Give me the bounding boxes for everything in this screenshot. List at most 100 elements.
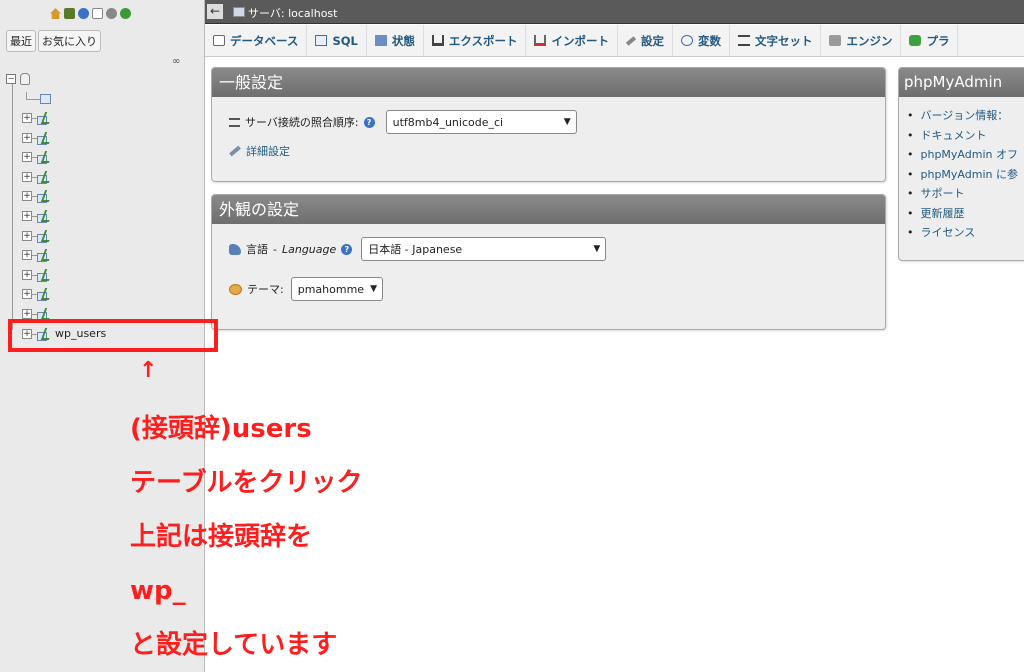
theme-select[interactable]: pmahomme ▼ xyxy=(290,277,383,301)
import-icon xyxy=(534,35,547,46)
list-icon xyxy=(229,117,240,127)
table-row[interactable]: + xyxy=(22,189,202,204)
menu-tab-label: 設定 xyxy=(640,33,664,48)
table-icon xyxy=(37,249,51,263)
tree-root-database[interactable]: − xyxy=(6,73,34,85)
annotation-line: 上記は接頭辞を xyxy=(130,522,313,552)
info-link[interactable]: phpMyAdmin に参 xyxy=(907,165,1019,185)
info-link[interactable]: ライセンス xyxy=(907,223,1018,243)
phpmyadmin-screen: 最近 お気に入り ∞ − + + + + + + + + + + + + wp_users ← サーバ:… xyxy=(0,0,1024,672)
table-icon xyxy=(37,171,51,184)
menu-tab-8[interactable]: エンジン xyxy=(821,25,902,56)
new-table-icon xyxy=(40,94,51,104)
menu-tab-3[interactable]: エクスポート xyxy=(424,25,527,56)
breadcrumb[interactable]: サーバ: localhost xyxy=(248,5,337,21)
expand-icon[interactable]: + xyxy=(22,230,32,241)
menu-tab-6[interactable]: 変数 xyxy=(673,25,730,56)
table-row[interactable]: + xyxy=(22,248,202,263)
table-row[interactable]: + xyxy=(22,150,202,165)
theme-label: テーマ: xyxy=(247,283,284,296)
table-row[interactable]: + xyxy=(22,209,202,223)
info-link[interactable]: バージョン情報： xyxy=(907,106,1018,126)
info-link-list: バージョン情報：ドキュメントphpMyAdmin オフphpMyAdmin に参… xyxy=(907,106,1019,243)
collapse-icon[interactable]: − xyxy=(6,74,16,84)
chevron-down-icon: ▼ xyxy=(593,244,601,254)
table-row[interactable]: + xyxy=(22,287,202,302)
table-icon xyxy=(37,288,51,302)
menu-tab-label: 文字セット xyxy=(754,33,813,48)
documentation-icon[interactable] xyxy=(92,8,103,19)
table-row[interactable]: + xyxy=(22,268,202,282)
sql-icon xyxy=(315,35,328,46)
expand-icon[interactable]: + xyxy=(22,132,32,143)
language-separator: - xyxy=(273,242,277,256)
tab-recent[interactable]: 最近 xyxy=(6,30,36,52)
expand-icon[interactable]: + xyxy=(22,250,32,261)
menu-tab-label: データベース xyxy=(230,33,299,48)
expand-icon[interactable]: + xyxy=(22,309,32,319)
menu-tab-5[interactable]: 設定 xyxy=(618,25,673,56)
annotation-line: (接頭辞)users xyxy=(130,414,312,444)
expand-icon[interactable]: + xyxy=(22,171,32,182)
menu-tab-1[interactable]: SQL xyxy=(307,25,367,56)
info-link[interactable]: 更新履歴 xyxy=(907,204,1018,224)
table-row[interactable]: + xyxy=(22,111,202,125)
table-row[interactable]: + xyxy=(22,229,202,243)
info-link[interactable]: ドキュメント xyxy=(907,126,1018,146)
reload-icon[interactable] xyxy=(120,8,131,19)
panel-title: 一般設定 xyxy=(212,68,885,97)
more-settings-row: 詳細設定 xyxy=(229,143,290,159)
info-link[interactable]: phpMyAdmin オフ xyxy=(907,145,1019,165)
language-label: 言語 xyxy=(246,243,268,256)
logout-icon[interactable] xyxy=(64,8,75,19)
collation-row: サーバ接続の照合順序: ? utf8mb4_unicode_ci ▼ xyxy=(229,110,577,134)
expand-icon[interactable]: + xyxy=(22,211,32,221)
table-row[interactable]: + xyxy=(22,131,202,145)
link-icon[interactable]: ∞ xyxy=(172,56,180,67)
table-row[interactable]: + xyxy=(22,170,202,184)
menu-tab-label: インポート xyxy=(551,33,609,48)
menu-tab-0[interactable]: データベース xyxy=(205,25,308,56)
nav-tabs: 最近 お気に入り xyxy=(6,30,101,52)
menu-tab-label: エンジン xyxy=(846,33,893,48)
collapse-nav-arrow-icon[interactable]: ← xyxy=(207,4,223,19)
language-select[interactable]: 日本語 - Japanese ▼ xyxy=(361,237,607,261)
expand-icon[interactable]: + xyxy=(22,269,32,280)
home-icon[interactable] xyxy=(50,8,61,19)
theme-palette-icon xyxy=(229,283,242,295)
expand-icon[interactable]: + xyxy=(22,191,32,202)
variables-icon xyxy=(680,35,693,46)
menu-tab-9[interactable]: プラ xyxy=(901,25,959,56)
more-settings-link[interactable]: 詳細設定 xyxy=(246,143,290,159)
menu-tab-4[interactable]: インポート xyxy=(526,25,618,56)
expand-icon[interactable]: + xyxy=(22,289,32,300)
status-icon xyxy=(374,35,387,46)
panel-title: 外観の設定 xyxy=(212,195,885,224)
tree-new-table[interactable] xyxy=(26,92,56,106)
collation-select[interactable]: utf8mb4_unicode_ci ▼ xyxy=(385,110,577,134)
panel-title: phpMyAdmin xyxy=(899,68,1024,97)
export-icon xyxy=(431,35,444,46)
annotation-arrow: ↑ xyxy=(139,358,158,383)
table-icon xyxy=(37,190,51,204)
menu-tab-2[interactable]: 状態 xyxy=(367,25,424,56)
menu-tab-7[interactable]: 文字セット xyxy=(730,25,822,56)
annotation-line: テーブルをクリック xyxy=(130,468,363,498)
tree-line xyxy=(12,80,13,330)
table-icon xyxy=(37,151,51,165)
expand-icon[interactable]: + xyxy=(22,113,32,123)
nav-icon-bar xyxy=(50,8,131,19)
gear-icon[interactable] xyxy=(106,8,117,19)
help-icon[interactable]: ? xyxy=(341,243,353,255)
general-settings-panel: 一般設定 サーバ接続の照合順序: ? utf8mb4_unicode_ci ▼ … xyxy=(211,67,886,182)
help-icon[interactable]: ? xyxy=(363,116,375,128)
table-icon xyxy=(37,269,51,282)
tab-favorites[interactable]: お気に入り xyxy=(38,30,101,52)
table-icon xyxy=(37,112,51,125)
table-icon xyxy=(37,210,51,223)
expand-icon[interactable]: + xyxy=(22,152,32,163)
language-row: 言語 - Language ? 日本語 - Japanese ▼ xyxy=(229,237,607,261)
help-icon[interactable] xyxy=(78,8,89,19)
info-link[interactable]: サポート xyxy=(907,184,1018,204)
menu-tab-label: SQL xyxy=(332,33,358,48)
